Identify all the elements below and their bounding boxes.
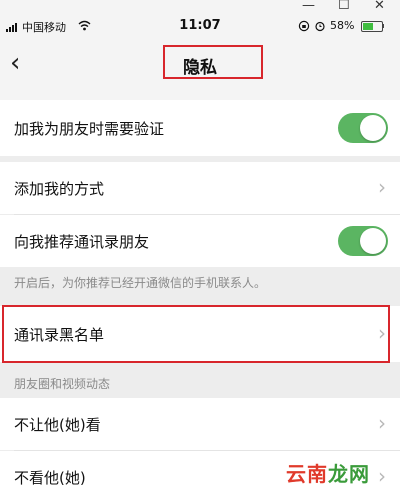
battery-icon — [361, 21, 383, 32]
settings-row-verify-friend: 加我为朋友时需要验证 — [0, 100, 400, 156]
watermark-part-2: 龙网 — [328, 462, 370, 486]
moments-section-header: 朋友圈和视频动态 — [14, 377, 111, 391]
chevron-right-icon: › — [378, 464, 386, 488]
chevron-right-icon: › — [378, 411, 386, 435]
watermark-part-1: 云南 — [286, 462, 328, 486]
toggle-knob — [360, 115, 386, 141]
recommend-contacts-note: 开启后，为你推荐已经开通微信的手机联系人。 — [14, 276, 267, 290]
battery-percent: 58% — [330, 19, 355, 32]
blacklist-highlight-box — [2, 305, 390, 363]
hide-my-posts-label: 不让他(她)看 — [14, 416, 101, 434]
settings-row-hide-my-posts[interactable]: 不让他(她)看 › — [0, 398, 400, 450]
settings-row-recommend-contacts: 向我推荐通讯录朋友 — [0, 215, 400, 267]
battery-level-fill — [363, 23, 373, 30]
alarm-icon — [315, 21, 325, 32]
verify-friend-toggle[interactable] — [338, 113, 388, 143]
close-button[interactable]: ✕ — [374, 0, 385, 14]
recommend-contacts-label: 向我推荐通讯录朋友 — [14, 233, 150, 251]
minimize-button[interactable]: — — [302, 0, 315, 14]
title-highlight-box — [163, 45, 263, 79]
battery-tip — [382, 24, 384, 28]
hide-their-posts-label: 不看他(她) — [14, 469, 86, 487]
rotation-lock-icon — [298, 20, 310, 32]
watermark: 云南龙网 — [286, 458, 370, 487]
toggle-knob — [360, 228, 386, 254]
settings-row-add-methods[interactable]: 添加我的方式 › — [0, 162, 400, 214]
recommend-contacts-toggle[interactable] — [338, 226, 388, 256]
verify-friend-label: 加我为朋友时需要验证 — [14, 120, 165, 138]
chevron-right-icon: › — [378, 175, 386, 199]
maximize-button[interactable]: ☐ — [338, 0, 350, 14]
add-methods-label: 添加我的方式 — [14, 180, 105, 198]
status-bar: 中国移动 11:07 58% — [0, 14, 400, 40]
